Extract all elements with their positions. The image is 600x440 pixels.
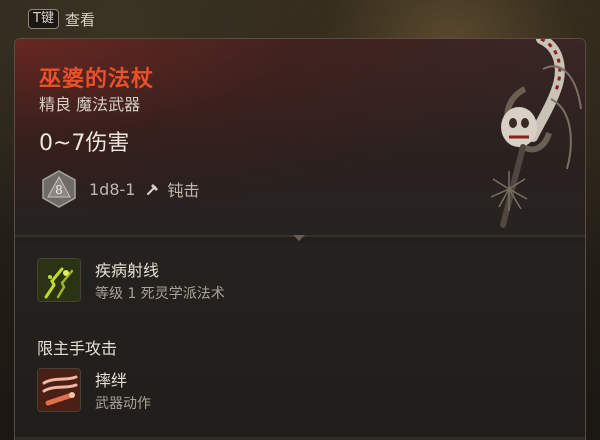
d8-dice-icon: 8	[42, 170, 76, 208]
ability-desc: 等级 1 死灵学派法术	[95, 286, 225, 302]
section-divider	[15, 235, 585, 243]
item-damage: 0~7伤害	[39, 131, 130, 156]
dice-face-label: 8	[55, 183, 63, 197]
ability-topple[interactable]: 摔绊 武器动作	[37, 367, 151, 413]
inspect-hint: T键 查看	[28, 8, 95, 30]
item-rarity-type: 精良 魔法武器	[39, 95, 141, 114]
ability-name: 摔绊	[95, 371, 128, 390]
tooltip-header: 巫婆的法杖 精良 魔法武器 0~7伤害 8 1d8-1 钝击	[15, 39, 585, 235]
ability-desc: 武器动作	[95, 396, 151, 412]
inspect-label: 查看	[64, 10, 95, 29]
topple-icon	[37, 368, 81, 412]
hammer-icon	[147, 184, 159, 195]
witch-staff-image	[490, 39, 582, 228]
damage-dice-row: 8 1d8-1 钝击	[39, 169, 199, 209]
main-hand-only-label: 限主手攻击	[37, 339, 118, 358]
t-key-cap: T键	[28, 9, 59, 29]
damage-type: 钝击	[167, 181, 200, 200]
item-name: 巫婆的法杖	[39, 67, 155, 92]
dice-formula: 1d8-1	[89, 179, 136, 199]
ability-sickness-ray[interactable]: 疾病射线 等级 1 死灵学派法术	[37, 257, 225, 303]
item-tooltip: 巫婆的法杖 精良 魔法武器 0~7伤害 8 1d8-1 钝击 疾病射线 等级 1…	[14, 38, 586, 440]
sickness-ray-icon	[37, 258, 81, 302]
tooltip-body: 疾病射线 等级 1 死灵学派法术 限主手攻击 摔绊 武器动作	[15, 243, 585, 440]
ability-name: 疾病射线	[95, 261, 160, 280]
